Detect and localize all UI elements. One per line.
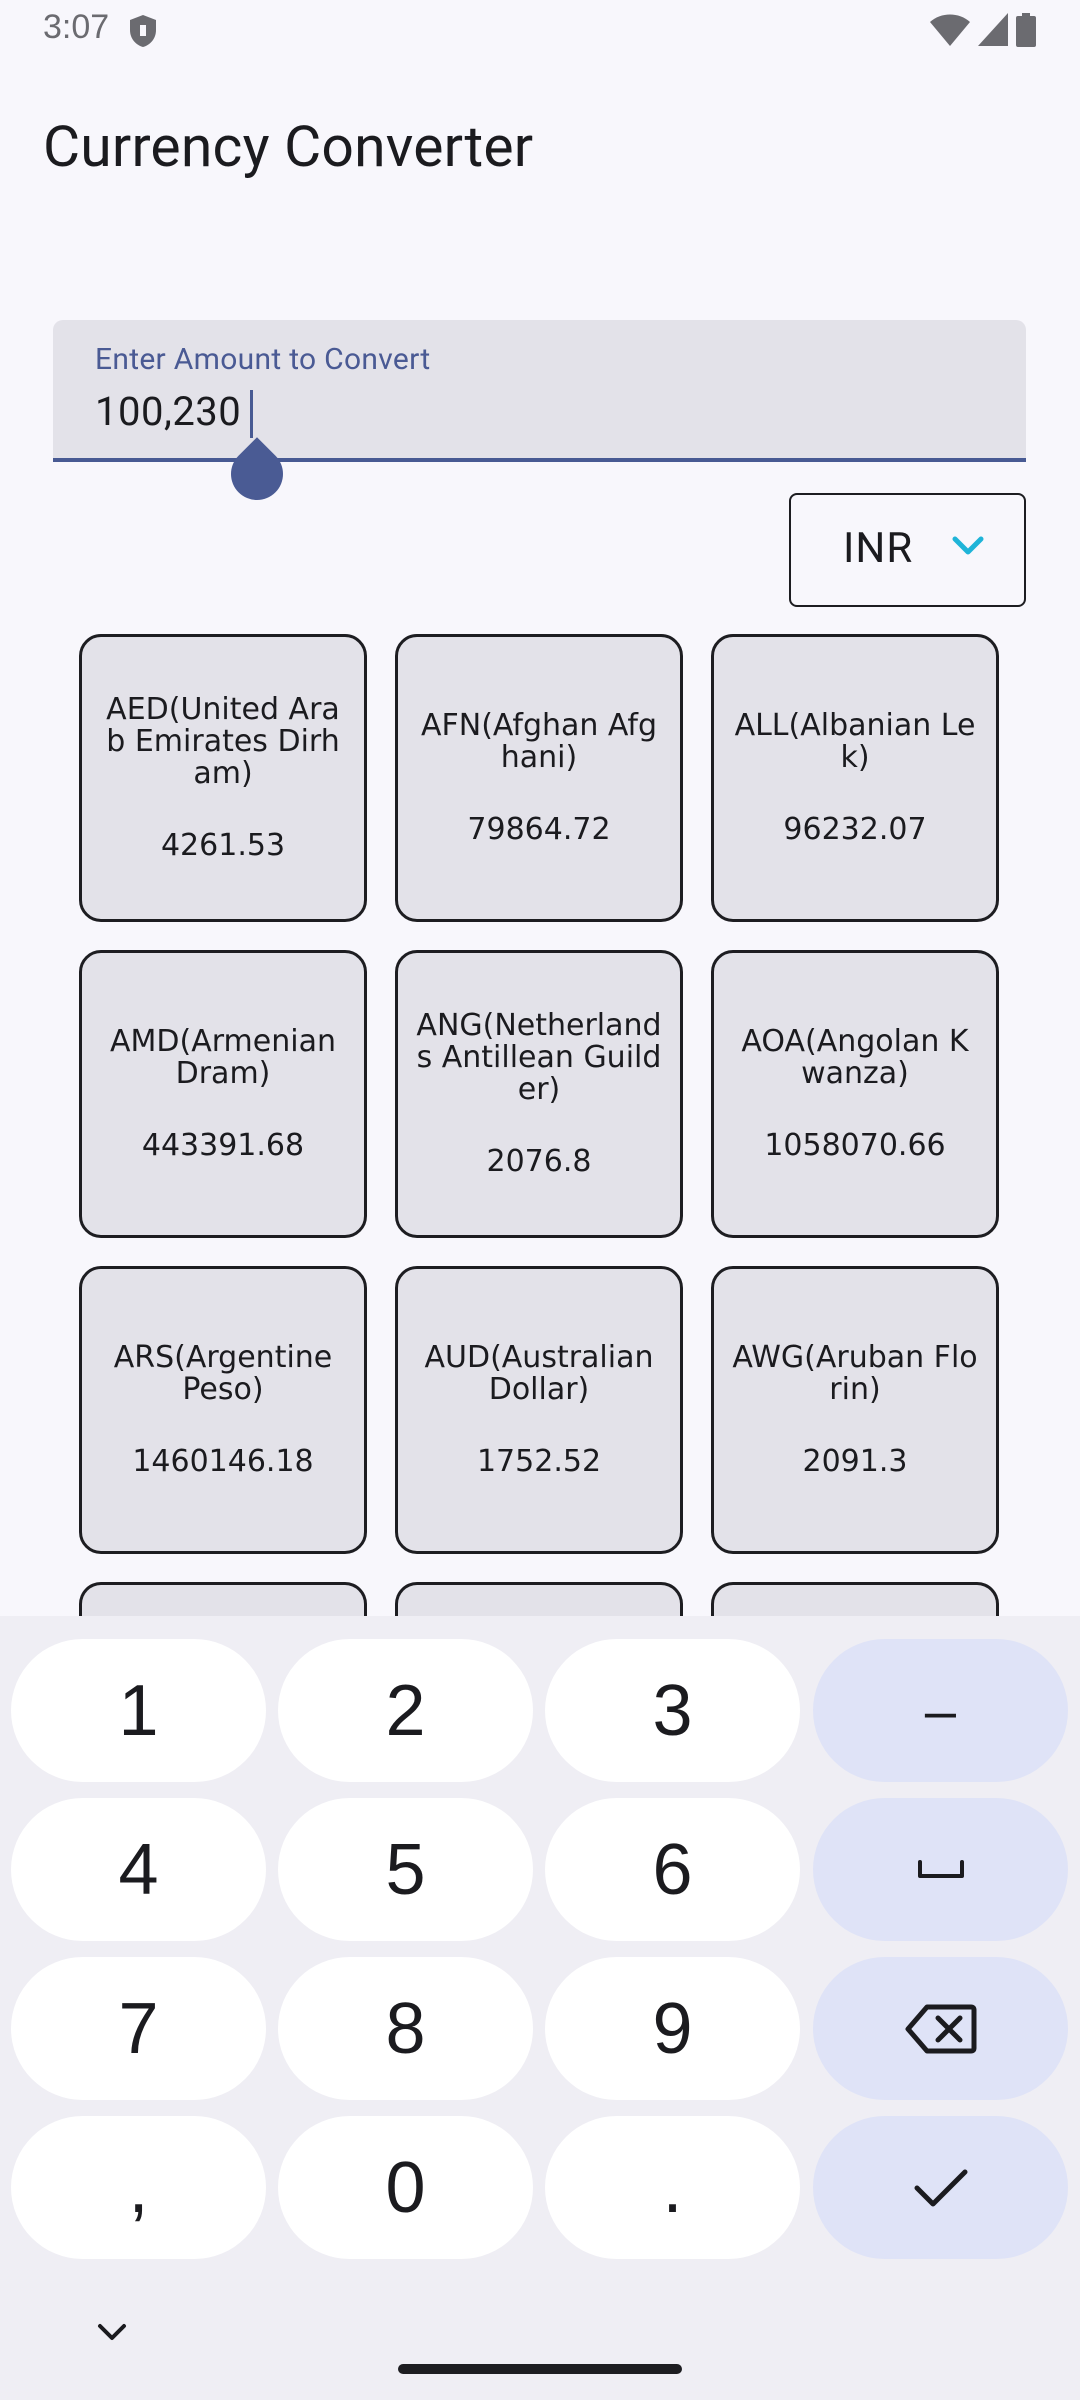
key-5[interactable]: 5	[278, 1798, 533, 1941]
currency-value: 2076.8	[486, 1144, 592, 1179]
status-time: 3:07	[43, 8, 110, 46]
currency-card[interactable]: AOA(Angolan Kwanza) 1058070.66	[711, 950, 999, 1238]
currency-name: AUD(Australian Dollar)	[424, 1340, 654, 1407]
signal-icon	[978, 13, 1008, 46]
currency-name: ARS(Argentine Peso)	[113, 1340, 333, 1407]
numeric-keyboard: 1 2 3 – 4 5 6 7 8 9 , 0 .	[0, 1616, 1080, 2400]
amount-input[interactable]: Enter Amount to Convert 100,230	[53, 320, 1026, 462]
currency-value: 2091.3	[802, 1444, 908, 1479]
currency-card[interactable]: AUD(Australian Dollar) 1752.52	[395, 1266, 683, 1554]
currency-value: 4261.53	[160, 828, 286, 863]
currency-card[interactable]: ANG(Netherlands Antillean Guilder) 2076.…	[395, 950, 683, 1238]
currency-card[interactable]: AED(United Arab Emirates Dirham) 4261.53	[79, 634, 367, 922]
chevron-down-icon	[952, 536, 984, 555]
done-key[interactable]	[813, 2116, 1068, 2259]
text-cursor	[250, 390, 253, 438]
currency-name: AFN(Afghan Afghani)	[421, 708, 657, 775]
amount-input-value[interactable]: 100,230	[95, 388, 241, 435]
currency-value: 443391.68	[141, 1128, 305, 1163]
space-icon	[917, 1859, 964, 1878]
key-comma[interactable]: ,	[11, 2116, 266, 2259]
space-key[interactable]	[813, 1798, 1068, 1941]
key-7[interactable]: 7	[11, 1957, 266, 2100]
currency-name: ALL(Albanian Lek)	[734, 708, 976, 775]
key-8[interactable]: 8	[278, 1957, 533, 2100]
key-4[interactable]: 4	[11, 1798, 266, 1941]
key-6[interactable]: 6	[545, 1798, 800, 1941]
currency-card[interactable]: AFN(Afghan Afghani) 79864.72	[395, 634, 683, 922]
currency-name: ANG(Netherlands Antillean Guilder)	[416, 1008, 662, 1107]
key-minus[interactable]: –	[813, 1639, 1068, 1782]
currency-value: 1752.52	[476, 1444, 602, 1479]
key-1[interactable]: 1	[11, 1639, 266, 1782]
currency-card[interactable]: ARS(Argentine Peso) 1460146.18	[79, 1266, 367, 1554]
backspace-key[interactable]	[813, 1957, 1068, 2100]
currency-card[interactable]: ALL(Albanian Lek) 96232.07	[711, 634, 999, 922]
amount-input-label: Enter Amount to Convert	[95, 342, 431, 377]
wifi-icon	[930, 14, 970, 46]
currency-name: AMD(Armenian Dram)	[110, 1024, 336, 1091]
currency-value: 1460146.18	[132, 1444, 314, 1479]
currency-value: 79864.72	[467, 812, 611, 847]
key-9[interactable]: 9	[545, 1957, 800, 2100]
currency-card[interactable]: AMD(Armenian Dram) 443391.68	[79, 950, 367, 1238]
keyboard-collapse-icon[interactable]	[96, 2322, 128, 2342]
key-3[interactable]: 3	[545, 1639, 800, 1782]
currency-select[interactable]: INR	[789, 493, 1026, 607]
key-0[interactable]: 0	[278, 2116, 533, 2259]
backspace-icon	[905, 2004, 976, 2053]
currency-card[interactable]: AWG(Aruban Florin) 2091.3	[711, 1266, 999, 1554]
shield-icon	[130, 15, 156, 47]
key-2[interactable]: 2	[278, 1639, 533, 1782]
navigation-handle[interactable]	[398, 2364, 682, 2374]
currency-name: AWG(Aruban Florin)	[732, 1340, 978, 1407]
battery-icon	[1016, 13, 1036, 47]
currency-value: 96232.07	[783, 812, 927, 847]
currency-select-value: INR	[843, 524, 914, 573]
key-period[interactable]: .	[545, 2116, 800, 2259]
status-bar: 3:07	[0, 0, 1080, 62]
page-title: Currency Converter	[43, 113, 534, 180]
currency-name: AED(United Arab Emirates Dirham)	[106, 692, 340, 791]
currency-value: 1058070.66	[764, 1128, 946, 1163]
currency-name: AOA(Angolan Kwanza)	[741, 1024, 969, 1091]
checkmark-icon	[914, 2169, 967, 2206]
